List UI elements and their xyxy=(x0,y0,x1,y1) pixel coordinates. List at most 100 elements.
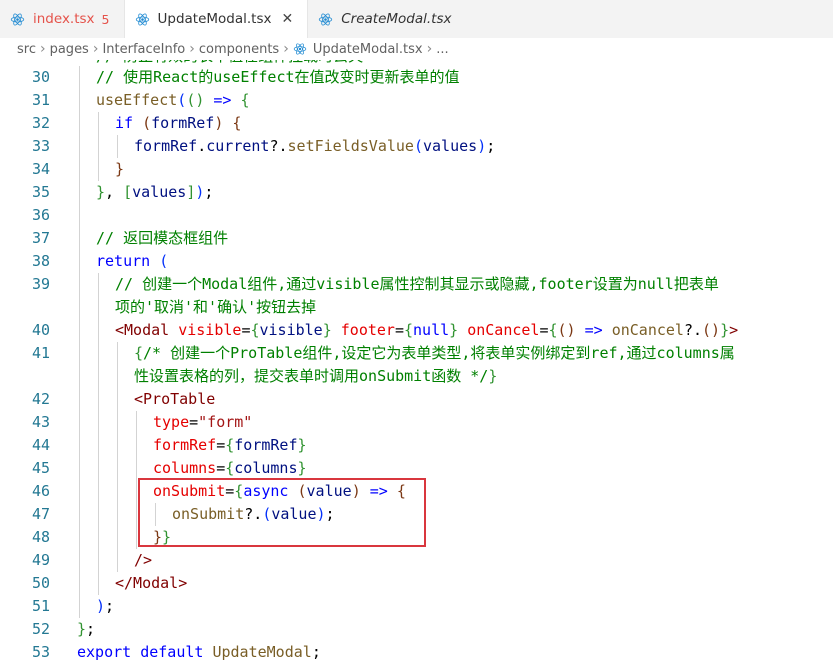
breadcrumb-item-file[interactable]: UpdateModal.tsx xyxy=(313,42,423,57)
code-token: } xyxy=(153,528,163,546)
code-token: values xyxy=(132,183,187,201)
code-token: [ xyxy=(123,183,133,201)
code-token: <ProTable xyxy=(134,390,216,408)
code-line: // 使用React的useEffect在值改变时更新表单的值 xyxy=(96,66,460,89)
code-token: setFieldsValue xyxy=(287,137,414,155)
code-token: } xyxy=(115,160,125,178)
code-token: ) xyxy=(316,505,326,523)
chevron-right-icon: › xyxy=(426,41,433,57)
code-line: }, [values]); xyxy=(96,181,213,204)
line-number: 32 xyxy=(31,114,50,132)
code-token: ( xyxy=(142,114,152,132)
code-line: /> xyxy=(134,549,152,572)
code-token: formRef xyxy=(134,137,198,155)
breadcrumb-item-pages[interactable]: pages xyxy=(50,42,89,57)
code-token: => xyxy=(369,482,388,500)
code-token: = xyxy=(216,436,226,454)
code-token: { xyxy=(232,114,242,132)
breadcrumb-item-src[interactable]: src xyxy=(17,42,36,57)
code-token: { xyxy=(134,344,144,362)
line-number: 33 xyxy=(31,137,50,155)
line-number: 34 xyxy=(31,160,50,178)
editor-tab-bar: index.tsx 5 UpdateModal.tsx ✕ CreateModa… xyxy=(0,0,833,38)
code-line: return ( xyxy=(96,250,168,273)
code-line: </Modal> xyxy=(115,572,187,595)
code-token: ( xyxy=(177,91,187,109)
code-line: onSubmit={async (value) => { xyxy=(153,480,406,503)
code-token: ( xyxy=(413,137,423,155)
line-number: 40 xyxy=(31,321,50,339)
code-token: ; xyxy=(486,137,496,155)
code-line: // 返回模态框组件 xyxy=(96,227,228,250)
code-token: () xyxy=(702,321,721,339)
tab-index-tsx[interactable]: index.tsx 5 xyxy=(0,0,125,38)
tab-label: index.tsx xyxy=(33,11,95,27)
breadcrumb-item-components[interactable]: components xyxy=(199,42,279,57)
code-token: ( xyxy=(297,482,307,500)
chevron-right-icon: › xyxy=(189,41,195,57)
problem-count-badge: 5 xyxy=(101,11,110,27)
code-token: () xyxy=(186,91,205,109)
code-token: () xyxy=(557,321,576,339)
tab-update-modal-tsx[interactable]: UpdateModal.tsx ✕ xyxy=(124,0,309,38)
code-token: footer xyxy=(340,321,395,339)
code-token: } xyxy=(297,459,307,477)
code-token: } xyxy=(720,321,730,339)
code-line: 性设置表格的列，提交表单时调用onSubmit函数 */} xyxy=(134,365,497,388)
code-editor[interactable]: // 防止有效的表单值在组件挂载时丢失 30// 使用React的useEffe… xyxy=(0,60,833,667)
line-number: 49 xyxy=(31,551,50,569)
code-token: ; xyxy=(311,643,321,661)
code-line: }; xyxy=(77,618,95,641)
code-token: = xyxy=(189,413,199,431)
code-token: { xyxy=(548,321,558,339)
code-token: useEffect xyxy=(96,91,178,109)
line-number: 35 xyxy=(31,183,50,201)
code-line: useEffect(() => { xyxy=(96,89,250,112)
code-token: } xyxy=(77,620,87,638)
code-token: ?. xyxy=(244,505,263,523)
code-token: if xyxy=(115,114,134,132)
code-token: { xyxy=(250,321,260,339)
line-number: 44 xyxy=(31,436,50,454)
line-number: 39 xyxy=(31,275,50,293)
code-token: "form" xyxy=(198,413,253,431)
react-icon xyxy=(10,13,25,25)
tab-label: CreateModal.tsx xyxy=(341,11,452,27)
code-token: default xyxy=(140,643,204,661)
code-token: /* 创建一个ProTable组件,设定它为表单类型,将表单实例绑定到ref,通… xyxy=(143,344,735,362)
line-number: 31 xyxy=(31,91,50,109)
code-token: } xyxy=(322,321,332,339)
tab-create-modal-tsx[interactable]: CreateModal.tsx xyxy=(308,0,465,38)
code-token: = xyxy=(539,321,549,339)
code-token: visible xyxy=(178,321,242,339)
indent-guide xyxy=(98,112,99,181)
code-token: } xyxy=(488,367,498,385)
chevron-right-icon: › xyxy=(92,41,99,57)
code-token: ( xyxy=(262,505,272,523)
line-number: 37 xyxy=(31,229,50,247)
code-token: } xyxy=(297,436,307,454)
breadcrumb-item-more[interactable]: ... xyxy=(436,42,448,57)
code-token: { xyxy=(240,91,250,109)
close-icon[interactable]: ✕ xyxy=(282,12,294,26)
breadcrumb: src › pages › InterfaceInfo › components… xyxy=(0,38,833,60)
indent-guide xyxy=(155,503,156,526)
code-token: , xyxy=(105,183,124,201)
breadcrumb-item-interfaceinfo[interactable]: InterfaceInfo xyxy=(102,42,185,57)
line-number: 38 xyxy=(31,252,50,270)
code-token: } xyxy=(162,528,172,546)
code-token: async xyxy=(243,482,289,500)
line-number: 48 xyxy=(31,528,50,546)
code-token: = xyxy=(225,482,235,500)
code-token: // 使用React的useEffect在值改变时更新表单的值 xyxy=(96,68,460,86)
line-number: 50 xyxy=(31,574,50,592)
code-token: . xyxy=(197,137,207,155)
code-token: formRef xyxy=(153,436,217,454)
tab-label: UpdateModal.tsx xyxy=(157,11,272,27)
line-number: 51 xyxy=(31,597,50,615)
